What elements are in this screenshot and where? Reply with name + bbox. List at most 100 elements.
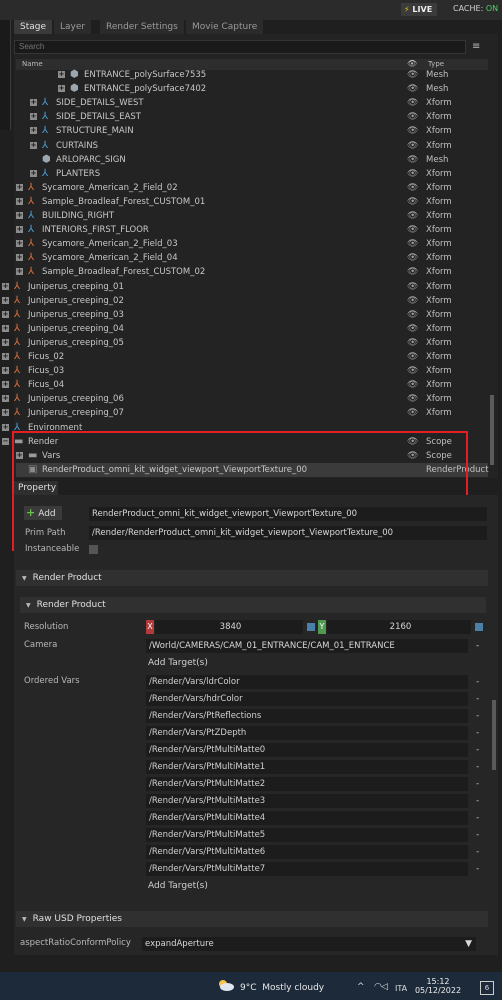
eye-icon[interactable]: 👁 <box>407 322 418 336</box>
expand-icon[interactable]: + <box>2 310 9 318</box>
expand-icon[interactable]: + <box>2 338 9 346</box>
eye-icon[interactable]: 👁 <box>407 336 418 350</box>
expand-icon[interactable]: + <box>58 85 65 93</box>
eye-icon[interactable]: 👁 <box>407 82 418 96</box>
tab-render-settings[interactable]: Render Settings <box>100 20 184 34</box>
expand-icon[interactable]: + <box>30 127 37 135</box>
property-scrollbar[interactable] <box>492 700 496 770</box>
add-button[interactable]: + Add <box>24 506 62 520</box>
eye-icon[interactable]: 👁 <box>407 406 418 420</box>
expand-icon[interactable]: + <box>2 395 9 403</box>
eye-icon[interactable]: 👁 <box>407 364 418 378</box>
add-targets-button-2[interactable]: Add Target(s) <box>148 881 208 891</box>
ordered-var-field[interactable]: /Render/Vars/PtMultiMatte7 <box>146 862 468 876</box>
prim-name-field[interactable]: RenderProduct_omni_kit_widget_viewport_V… <box>89 507 487 521</box>
eye-icon[interactable]: 👁 <box>407 153 418 167</box>
resolution-y-field[interactable]: 2160 <box>327 620 471 634</box>
eye-icon[interactable]: 👁 <box>407 209 418 223</box>
eye-icon[interactable]: 👁 <box>407 294 418 308</box>
remove-var-button[interactable]: - <box>476 862 479 876</box>
ordered-var-field[interactable]: /Render/Vars/PtReflections <box>146 709 468 723</box>
remove-var-button[interactable]: - <box>476 726 479 740</box>
key-icon[interactable] <box>307 623 315 631</box>
ordered-var-field[interactable]: /Render/Vars/PtMultiMatte4 <box>146 811 468 825</box>
expand-icon[interactable]: + <box>16 183 23 191</box>
tree-row[interactable]: + ⅄ Juniperus_creeping_04 👁 Xform <box>2 322 488 336</box>
eye-icon[interactable]: 👁 <box>407 392 418 406</box>
remove-var-button[interactable]: - <box>476 675 479 689</box>
tree-row[interactable]: ⬢ ARLOPARC_SIGN 👁 Mesh <box>16 153 488 167</box>
expand-icon[interactable]: + <box>30 141 37 149</box>
eye-icon[interactable]: 👁 <box>407 96 418 110</box>
eye-icon[interactable]: 👁 <box>407 265 418 279</box>
camera-target-field[interactable]: /World/CAMERAS/CAM_01_ENTRANCE/CAM_01_EN… <box>146 639 468 653</box>
tree-row[interactable]: + ⅄ CURTAINS 👁 Xform <box>16 139 488 153</box>
tree-row[interactable]: + ⬢ ENTRANCE_polySurface7402 👁 Mesh <box>16 82 488 96</box>
tree-row[interactable]: + ⅄ Juniperus_creeping_05 👁 Xform <box>2 336 488 350</box>
ordered-var-field[interactable]: /Render/Vars/PtMultiMatte3 <box>146 794 468 808</box>
tree-row[interactable]: + ⅄ Sample_Broadleaf_Forest_CUSTOM_02 👁 Xfor… <box>16 265 488 279</box>
tree-row[interactable]: + ⅄ Juniperus_creeping_06 👁 Xform <box>2 392 488 406</box>
ordered-var-field[interactable]: /Render/Vars/PtMultiMatte5 <box>146 828 468 842</box>
eye-icon[interactable]: 👁 <box>407 167 418 181</box>
key-icon[interactable] <box>475 623 483 631</box>
expand-icon[interactable]: + <box>2 296 9 304</box>
chevron-up-icon[interactable]: ^ <box>357 982 365 992</box>
expand-icon[interactable]: + <box>2 409 9 417</box>
stage-scrollbar[interactable] <box>490 395 494 465</box>
tab-stage[interactable]: Stage <box>14 20 53 34</box>
remove-var-button[interactable]: - <box>476 760 479 774</box>
expand-icon[interactable]: + <box>58 71 65 78</box>
tree-row[interactable]: + ⅄ PLANTERS 👁 Xform <box>16 167 488 181</box>
live-button[interactable]: ⚡ LIVE <box>401 3 437 16</box>
ordered-var-field[interactable]: /Render/Vars/PtZDepth <box>146 726 468 740</box>
section-render-product-inner[interactable]: ▼ Render Product <box>20 597 486 613</box>
expand-icon[interactable]: + <box>16 226 23 234</box>
tree-row[interactable]: + ⅄ Juniperus_creeping_02 👁 Xform <box>2 294 488 308</box>
tree-row[interactable]: + ⅄ BUILDING_RIGHT 👁 Xform <box>16 209 488 223</box>
tree-row[interactable]: + ⅄ Ficus_04 👁 Xform <box>2 378 488 392</box>
col-name-header[interactable]: Name <box>22 60 43 68</box>
eye-icon[interactable]: 👁 <box>407 181 418 195</box>
remove-var-button[interactable]: - <box>476 828 479 842</box>
eye-icon[interactable]: 👁 <box>407 280 418 294</box>
eye-icon[interactable]: 👁 <box>407 378 418 392</box>
tree-row[interactable]: + ⅄ SIDE_DETAILS_WEST 👁 Xform <box>16 96 488 110</box>
remove-var-button[interactable]: - <box>476 692 479 706</box>
tree-row[interactable]: + ⅄ Sample_Broadleaf_Forest_CUSTOM_01 👁 Xfor… <box>16 195 488 209</box>
eye-icon[interactable]: 👁 <box>407 308 418 322</box>
eye-icon[interactable]: 👁 <box>407 68 418 82</box>
tree-row[interactable]: + ⅄ Juniperus_creeping_01 👁 Xform <box>2 280 488 294</box>
tree-row[interactable]: + ⅄ INTERIORS_FIRST_FLOOR 👁 Xform <box>16 223 488 237</box>
ordered-var-field[interactable]: /Render/Vars/hdrColor <box>146 692 468 706</box>
remove-var-button[interactable]: - <box>476 794 479 808</box>
ordered-var-field[interactable]: /Render/Vars/PtMultiMatte0 <box>146 743 468 757</box>
expand-icon[interactable]: + <box>16 254 23 262</box>
expand-icon[interactable]: + <box>30 99 37 107</box>
remove-var-button[interactable]: - <box>476 743 479 757</box>
section-render-product-outer[interactable]: ▼ Render Product <box>16 570 488 586</box>
prim-path-field[interactable]: /Render/RenderProduct_omni_kit_widget_vi… <box>89 526 487 540</box>
tab-movie-capture[interactable]: Movie Capture <box>186 20 264 34</box>
cache-status[interactable]: CACHE: ON <box>453 4 498 13</box>
collapse-icon[interactable]: − <box>2 437 9 445</box>
expand-icon[interactable]: + <box>2 367 9 375</box>
eye-icon[interactable]: 👁 <box>407 110 418 124</box>
ordered-var-field[interactable]: /Render/Vars/ldrColor <box>146 675 468 689</box>
search-input[interactable] <box>14 40 466 54</box>
eye-icon[interactable]: 👁 <box>407 139 418 153</box>
filter-icon[interactable]: ≡ <box>472 40 486 54</box>
tree-row[interactable]: + ⅄ Sycamore_American_2_Field_03 👁 Xform <box>16 237 488 251</box>
eye-icon[interactable]: 👁 <box>407 237 418 251</box>
tree-row[interactable]: + ⅄ STRUCTURE_MAIN 👁 Xform <box>16 124 488 138</box>
tree-row[interactable]: + ⅄ Sycamore_American_2_Field_02 👁 Xform <box>16 181 488 195</box>
col-type-header[interactable]: Type <box>428 60 444 68</box>
volume-icon[interactable]: ◁ <box>381 982 388 992</box>
expand-icon[interactable]: + <box>30 169 37 177</box>
ordered-var-field[interactable]: /Render/Vars/PtMultiMatte6 <box>146 845 468 859</box>
ordered-var-field[interactable]: /Render/Vars/PtMultiMatte2 <box>146 777 468 791</box>
expand-icon[interactable]: + <box>16 212 23 219</box>
add-targets-button[interactable]: Add Target(s) <box>148 658 208 668</box>
tree-row[interactable]: + ⅄ Ficus_03 👁 Xform <box>2 364 488 378</box>
expand-icon[interactable]: + <box>2 353 9 360</box>
